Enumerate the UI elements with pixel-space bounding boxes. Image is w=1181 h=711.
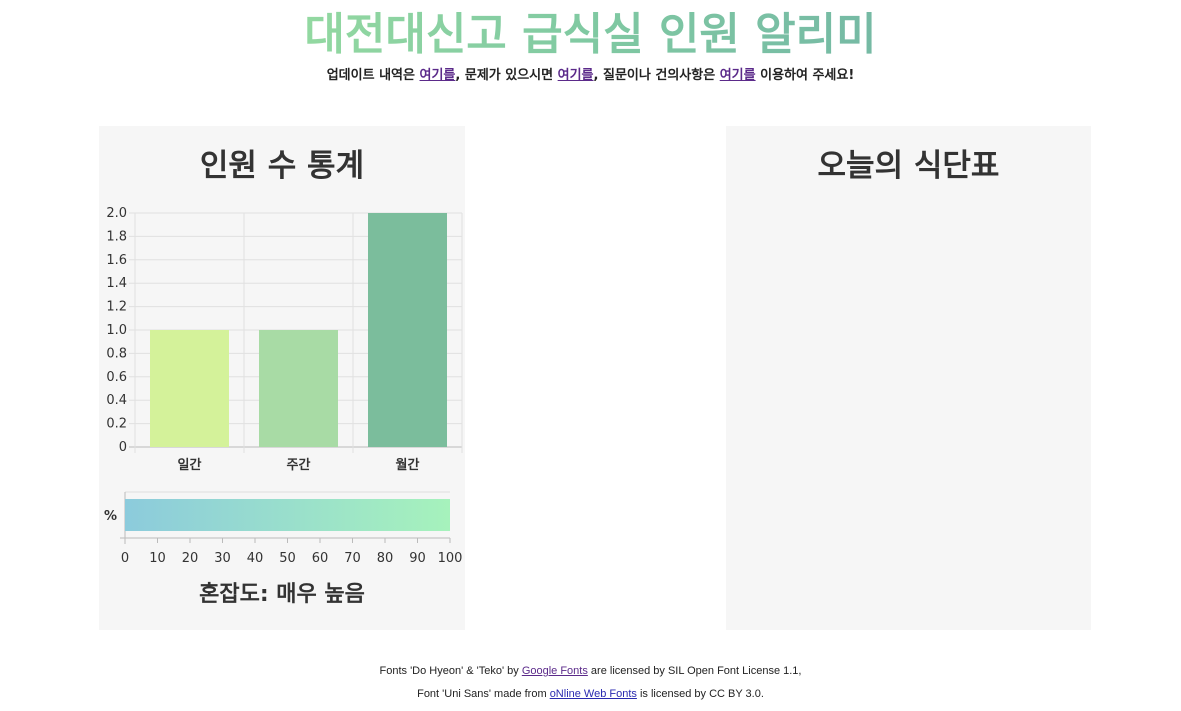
- x-tick-label: 20: [182, 551, 199, 566]
- report-problem-link[interactable]: 여기를: [558, 68, 594, 83]
- footer-line-2: Font 'Uni Sans' made from oNline Web Fon…: [0, 683, 1181, 706]
- menu-panel: 오늘의 식단표: [726, 126, 1091, 630]
- online-web-fonts-link[interactable]: oNline Web Fonts: [550, 688, 637, 700]
- notice-text-2: , 문제가 있으시면: [455, 68, 558, 83]
- congestion-label: 혼잡도: 매우 높음: [199, 582, 365, 607]
- footer-line-1: Fonts 'Do Hyeon' & 'Teko' by Google Font…: [0, 660, 1181, 683]
- update-log-link[interactable]: 여기를: [420, 68, 456, 83]
- page-title: 대전대신고 급식실 인원 알리미: [0, 8, 1181, 62]
- gauge-category-label: %: [104, 509, 117, 524]
- notice-text-4: 이용하여 주세요!: [755, 68, 855, 83]
- notice-line: 업데이트 내역은 여기를, 문제가 있으시면 여기를, 질문이나 건의사항은 여…: [0, 66, 1181, 86]
- footer-text-1a: Fonts 'Do Hyeon' & 'Teko' by: [379, 665, 522, 677]
- gauge-bar: [125, 499, 450, 531]
- x-tick-label: 50: [279, 551, 296, 566]
- menu-panel-title: 오늘의 식단표: [817, 148, 1000, 184]
- footer-text-1b: are licensed by SIL Open Font License 1.…: [587, 665, 802, 677]
- notice-text-3: , 질문이나 건의사항은: [593, 68, 720, 83]
- congestion-gauge-chart: % 0 10 20 30 40 50 60 70 80 90 100: [104, 491, 463, 566]
- x-tick-label: 100: [438, 551, 463, 566]
- footer: Fonts 'Do Hyeon' & 'Teko' by Google Font…: [0, 660, 1181, 706]
- x-tick-label: 40: [247, 551, 264, 566]
- stats-panel: 인원 수 통계 0 0.2 0.4 0.6 0.8 1.0 1.2 1.4 1.6 1.8 2.0 일…: [99, 126, 465, 630]
- google-fonts-link[interactable]: Google Fonts: [522, 665, 588, 677]
- x-tick-label: 80: [377, 551, 394, 566]
- x-tick-label: 70: [344, 551, 361, 566]
- x-tick-label: 90: [409, 551, 426, 566]
- footer-text-2a: Font 'Uni Sans' made from: [417, 688, 550, 700]
- notice-text-1: 업데이트 내역은: [326, 68, 420, 83]
- x-tick-label: 10: [149, 551, 166, 566]
- x-tick-label: 30: [214, 551, 231, 566]
- x-tick-label: 60: [312, 551, 329, 566]
- footer-text-2b: is licensed by CC BY 3.0.: [636, 688, 764, 700]
- suggestion-link[interactable]: 여기를: [720, 68, 756, 83]
- x-tick-label: 0: [121, 551, 129, 566]
